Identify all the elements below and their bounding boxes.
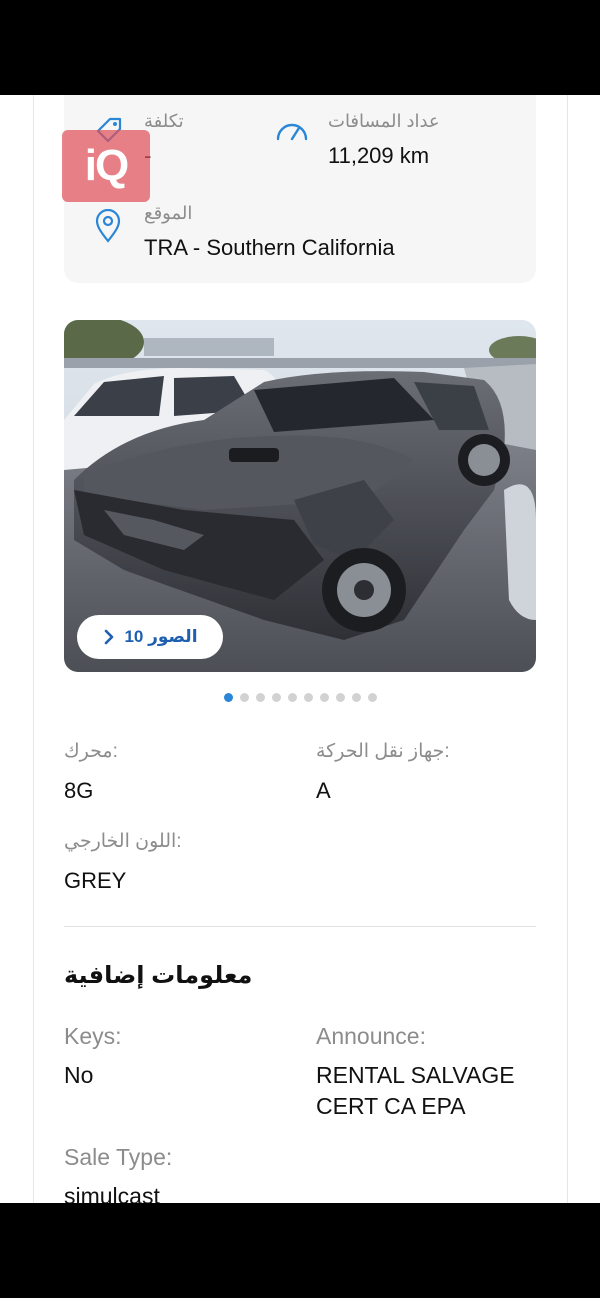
sale-type-value: simulcast — [64, 1183, 160, 1203]
screen: تكلفة - عداد المسافات 11,209 km الموقع T… — [0, 95, 600, 1203]
additional-info-title: معلومات إضافية — [64, 962, 253, 989]
odometer-value: 11,209 km — [328, 143, 430, 168]
sale-type-label: Sale Type: — [64, 1144, 173, 1170]
location-value: TRA - Southern California — [144, 235, 395, 260]
gallery-dot-1[interactable] — [223, 693, 233, 702]
exterior-color-value: GREY — [64, 868, 127, 893]
gallery-dot-8[interactable] — [335, 693, 345, 702]
watermark-logo: iQ — [62, 130, 150, 202]
exterior-color-label: :اللون الخارجي — [64, 831, 182, 852]
gallery-dot-6[interactable] — [303, 693, 313, 702]
engine-label: :محرك — [64, 741, 118, 762]
gallery-dot-7[interactable] — [319, 693, 329, 702]
engine-value: 8G — [64, 778, 94, 803]
speedometer-icon — [276, 123, 308, 141]
gallery-dot-3[interactable] — [255, 693, 265, 702]
gallery-dot-2[interactable] — [239, 693, 249, 702]
gallery-dot-4[interactable] — [271, 693, 281, 702]
location-label: الموقع — [144, 203, 193, 223]
gallery-pagination[interactable] — [0, 693, 600, 702]
gallery-dot-10[interactable] — [367, 693, 377, 702]
cost-label: تكلفة — [144, 111, 184, 131]
photos-count-label: الصور 10 — [124, 627, 198, 646]
announce-value-line1: RENTAL SALVAGE — [316, 1062, 515, 1088]
announce-label: Announce: — [316, 1023, 426, 1049]
location-pin-icon — [95, 209, 121, 243]
odometer-label: عداد المسافات — [328, 111, 440, 131]
section-divider — [64, 926, 536, 927]
view-photos-button[interactable]: الصور 10 — [77, 615, 223, 659]
announce-value-line2: CERT CA EPA — [316, 1093, 466, 1119]
gallery-dot-9[interactable] — [351, 693, 361, 702]
gallery-dot-5[interactable] — [287, 693, 297, 702]
transmission-value: A — [316, 778, 331, 803]
keys-label: Keys: — [64, 1023, 122, 1049]
vehicle-photo[interactable]: الصور 10 — [64, 320, 536, 672]
chevron-left-icon — [105, 629, 114, 645]
keys-value: No — [64, 1062, 94, 1088]
transmission-label: :جهاز نقل الحركة — [316, 741, 450, 762]
